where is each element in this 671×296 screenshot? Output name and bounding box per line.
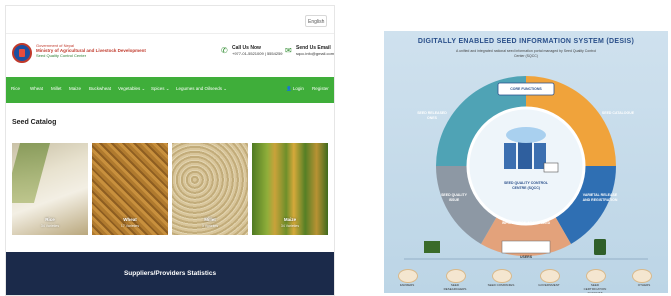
catalog-tile-millet[interactable]: Millet 3 Varieties [172,143,248,235]
nav-item-rice[interactable]: Rice [11,86,20,91]
maize-count: 34 Varieties [280,224,300,228]
cloud-icon [506,127,546,143]
users-label: USERS [519,255,533,259]
researchers-icon [446,269,466,283]
nav-item-buckwheat[interactable]: Buckwheat [89,86,111,91]
wheat-count: 17 Varieties [120,224,140,228]
nav-item-vegetables[interactable]: Vegetables ⌄ [118,86,145,92]
login-link[interactable]: 👤 Login [286,86,304,92]
maize-caption: Maize 34 Varieties [252,217,328,235]
wheat-name: Wheat [123,217,137,222]
bottom-label-6: OTHERS [637,283,651,287]
companies-icon [492,269,512,283]
core-functions-label: CORE FUNCTIONS [510,87,542,91]
segment-label-2: SEED CATALOGUE [601,111,635,115]
segment-label-6: INFORMATION ABOUT SEED [501,221,551,225]
rice-caption: Rice 34 Varieties [12,217,88,235]
bottom-label-5: SEED CERTIFICATION AGENCIES [583,283,607,293]
poster-diagram [404,76,648,260]
segment-label-5: SEED QUALITY ISSUE [441,193,467,202]
tablet-icon [594,239,606,255]
devices-box [501,240,551,254]
millet-name: Millet [204,217,216,222]
email-value[interactable]: sqcc.info@gmail.com [296,51,334,56]
bottom-label-1: FARMERS [399,283,415,287]
main-nav: Rice Wheat Millet Maize Buckwheat Vegeta… [6,77,334,103]
gov-line3: Seed Quality Control Center [36,53,87,58]
millet-caption: Millet 3 Varieties [172,217,248,235]
footer-title: Suppliers/Providers Statistics [123,270,217,277]
desis-poster: DIGITALLY ENABLED SEED INFORMATION SYSTE… [384,31,668,293]
maize-name: Maize [283,217,297,222]
server-icon [504,143,516,169]
nav-item-wheat[interactable]: Wheat [30,86,43,91]
nav-item-millet[interactable]: Millet [51,86,62,91]
certification-icon [586,269,606,283]
phone-icon: ✆ [221,46,228,55]
catalog-tile-wheat[interactable]: Wheat 17 Varieties [92,143,168,235]
register-link[interactable]: Register [312,86,329,91]
bottom-label-3: SEED COMPANIES [487,283,515,287]
center-label: SEED QUALITY CONTROL CENTRE (SQCC) [503,181,549,190]
segment-label-4: VARIETAL RELEASE AND REGISTRATION [582,193,618,202]
call-block: Call Us Now +977-01-5521009 | 5554259 [232,46,283,57]
segment-label-1: SEED RELEASED ONES [417,111,447,120]
statistics-footer: Suppliers/Providers Statistics [6,252,334,295]
nepal-emblem-logo [12,43,32,63]
bottom-label-2: SEED RESEARCHERS [443,283,467,291]
rice-plant-image [12,143,51,203]
farmers-icon [398,269,418,283]
website-screenshot: English Government of Nepal Ministry of … [5,5,335,296]
rice-name: Rice [45,217,55,222]
catalog-title: Seed Catalog [12,119,57,126]
millet-count: 3 Varieties [201,224,219,228]
monitor-icon [424,241,440,253]
nav-item-spices[interactable]: Spices ⌄ [151,86,170,92]
laptop-icon [543,162,559,173]
nav-item-legumes[interactable]: Legumes and Oilseeds ⌄ [176,86,227,92]
catalog-tile-rice[interactable]: Rice 34 Varieties [12,143,88,235]
mail-icon: ✉ [285,46,292,55]
government-icon [540,269,560,283]
gov-title-block: Government of Nepal Ministry of Agricult… [36,43,156,58]
rice-count: 34 Varieties [40,224,60,228]
catalog-tile-maize[interactable]: Maize 34 Varieties [252,143,328,235]
language-select[interactable]: English [305,15,327,27]
bottom-label-4: GOVERNMENT [538,283,560,287]
login-label: Login [292,86,304,91]
header-divider [6,33,334,34]
email-block: Send Us Email sqcc.info@gmail.com [296,46,334,57]
nav-item-maize[interactable]: Maize [69,86,81,91]
call-value[interactable]: +977-01-5521009 | 5554259 [232,51,283,56]
others-icon [632,269,652,283]
wheat-caption: Wheat 17 Varieties [92,217,168,235]
